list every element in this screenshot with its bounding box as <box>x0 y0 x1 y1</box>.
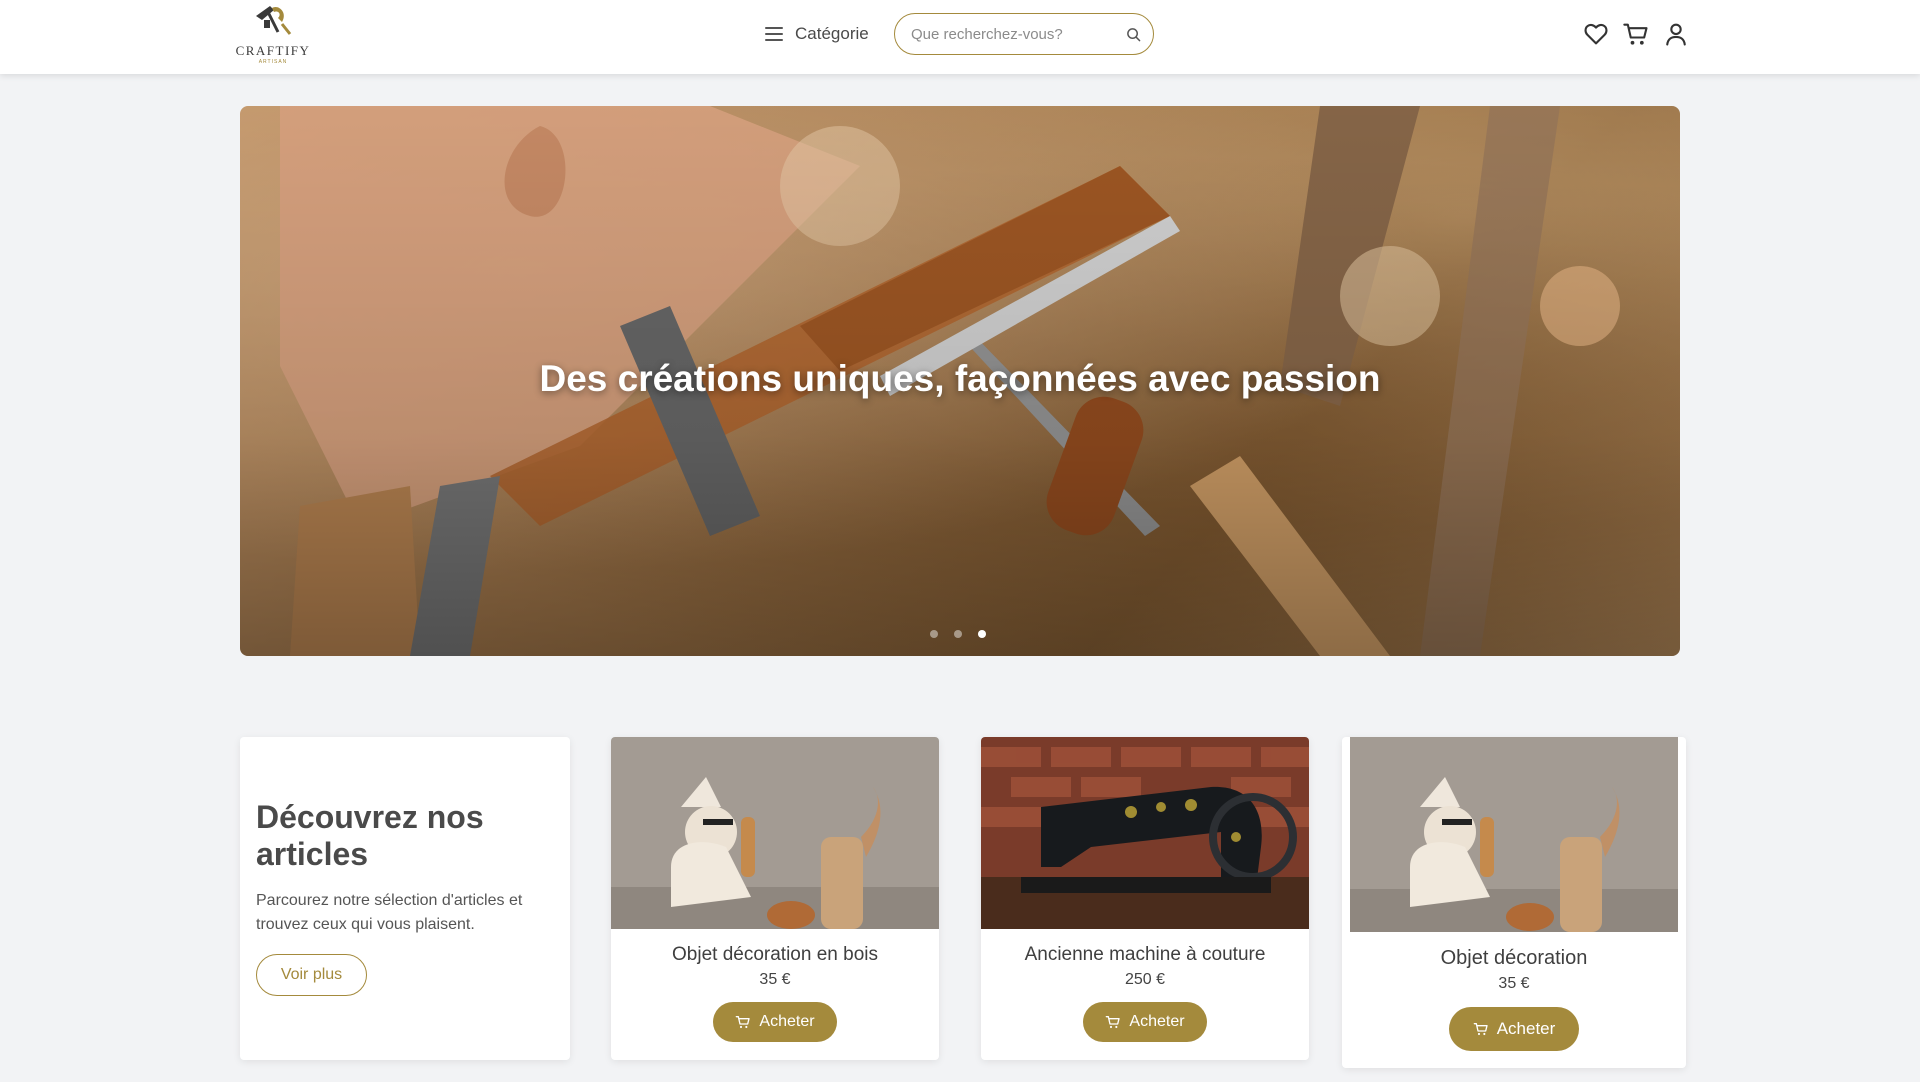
carousel-indicators <box>930 630 990 640</box>
buy-button[interactable]: Acheter <box>1449 1007 1579 1051</box>
logo-subtext: ARTISAN <box>258 59 288 65</box>
carousel-dot-2[interactable] <box>954 630 962 638</box>
product-price: 35 € <box>1498 975 1530 992</box>
product-card[interactable]: Ancienne machine à couture 250 € Acheter <box>981 737 1309 1060</box>
category-menu-button[interactable]: Catégorie <box>765 20 869 48</box>
cart-icon <box>736 1016 751 1029</box>
product-card[interactable]: Objet décoration 35 € Acheter <box>1342 737 1686 1068</box>
intro-description: Parcourez notre sélection d'articles et … <box>256 892 523 933</box>
product-name: Objet décoration <box>1440 947 1588 969</box>
buy-button[interactable]: Acheter <box>1083 1002 1207 1042</box>
craftify-logo[interactable]: CRAFTIFY ARTISAN <box>232 2 314 66</box>
site-header: CRAFTIFY ARTISAN Catégorie <box>0 0 1920 74</box>
category-label: Catégorie <box>795 24 869 43</box>
product-image-wood-figurine <box>611 737 939 929</box>
logo-text: CRAFTIFY <box>235 43 311 58</box>
buy-button[interactable]: Acheter <box>713 1002 837 1042</box>
product-price: 250 € <box>1124 971 1166 988</box>
product-price: 35 € <box>759 971 791 988</box>
search-input[interactable] <box>911 24 1111 44</box>
search-icon[interactable] <box>1126 27 1141 42</box>
cart-icon <box>1473 1023 1488 1036</box>
product-name: Ancienne machine à couture <box>1024 944 1266 965</box>
intro-title: Découvrez nos articles <box>256 799 484 872</box>
user-icon[interactable] <box>1662 20 1690 48</box>
hero-title: Des créations uniques, façonnées avec pa… <box>539 358 1381 399</box>
voir-plus-button[interactable]: Voir plus <box>256 954 367 996</box>
logo-hammer-icon <box>256 6 292 35</box>
buy-button-label: Acheter <box>1129 1013 1185 1030</box>
product-image-sewing-machine <box>981 737 1309 929</box>
product-image-wood-figurine <box>1350 737 1678 932</box>
product-card[interactable]: Objet décoration en bois 35 € Acheter <box>611 737 939 1060</box>
cart-icon[interactable] <box>1622 20 1650 48</box>
search-box <box>894 13 1154 55</box>
hero-carousel[interactable]: Des créations uniques, façonnées avec pa… <box>240 106 1680 656</box>
intro-card: Découvrez nos articles Parcourez notre s… <box>240 737 570 1060</box>
heart-icon[interactable] <box>1582 20 1610 48</box>
carousel-dot-1[interactable] <box>930 630 938 638</box>
buy-button-label: Acheter <box>759 1013 815 1030</box>
carousel-dot-3[interactable] <box>978 630 986 638</box>
product-name: Objet décoration en bois <box>672 944 878 965</box>
cart-icon <box>1106 1016 1121 1029</box>
menu-icon <box>765 27 783 41</box>
buy-button-label: Acheter <box>1496 1019 1556 1038</box>
